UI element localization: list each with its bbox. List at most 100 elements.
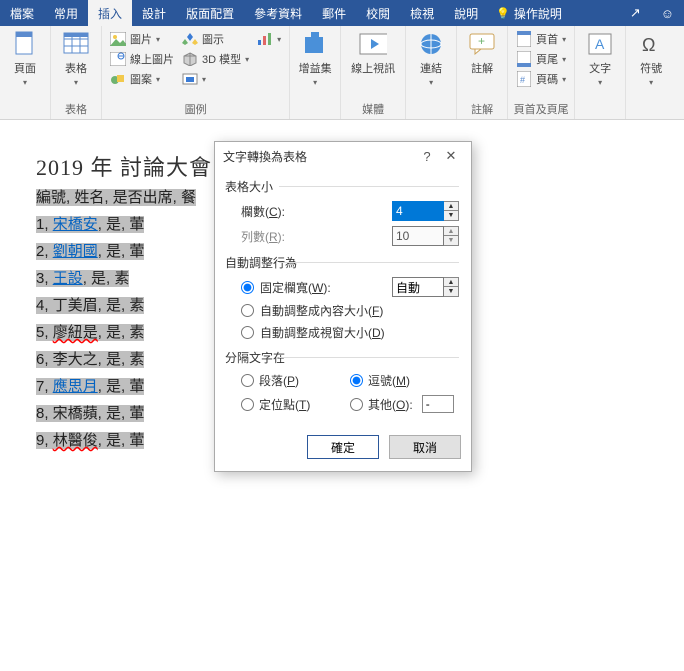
online-picture-icon: [110, 51, 126, 67]
table-button[interactable]: 表格: [55, 28, 97, 89]
page-icon: [11, 30, 39, 58]
tab-design[interactable]: 設計: [132, 0, 176, 26]
spin-up-icon[interactable]: ▲: [444, 202, 458, 211]
spin-down-icon[interactable]: ▼: [444, 287, 458, 296]
rows-input: [392, 226, 444, 246]
tell-me-box[interactable]: 操作說明: [488, 0, 570, 26]
sep-comma-radio[interactable]: [350, 374, 363, 387]
pages-label: 頁面: [14, 60, 36, 76]
chevron-down-icon: [429, 78, 433, 87]
3dmodel-button[interactable]: 3D 模型: [180, 50, 251, 68]
sep-other-radio[interactable]: [350, 398, 363, 411]
autofit-content-radio[interactable]: [241, 304, 254, 317]
tab-review[interactable]: 校閱: [356, 0, 400, 26]
fixed-width-radio[interactable]: [241, 281, 254, 294]
group-addins: 增益集: [290, 26, 341, 119]
autofit-window-radio[interactable]: [241, 326, 254, 339]
picture-button[interactable]: 圖片: [108, 30, 176, 48]
sep-paragraph-radio[interactable]: [241, 374, 254, 387]
tab-home[interactable]: 常用: [44, 0, 88, 26]
footer-button[interactable]: 頁尾: [514, 50, 568, 68]
feedback-button[interactable]: [651, 0, 684, 26]
smartart-icon: [182, 31, 198, 47]
header-button[interactable]: 頁首: [514, 30, 568, 48]
bulb-icon: [496, 6, 510, 20]
tab-layout[interactable]: 版面配置: [176, 0, 244, 26]
svg-text:Ω: Ω: [642, 35, 655, 55]
pagenum-label: 頁碼: [536, 71, 558, 87]
online-picture-button[interactable]: 線上圖片: [108, 50, 176, 68]
text-label: 文字: [589, 60, 611, 76]
help-icon[interactable]: ?: [415, 149, 439, 164]
pages-button[interactable]: 頁面: [4, 28, 46, 89]
sep-other-label: 其他(O):: [368, 396, 413, 413]
dialog-titlebar[interactable]: 文字轉換為表格 ? ✕: [215, 142, 471, 170]
smartart-button[interactable]: 圖示: [180, 30, 251, 48]
link-button[interactable]: 連結: [410, 28, 452, 89]
addins-button[interactable]: 增益集: [294, 28, 336, 89]
convert-text-to-table-dialog: 文字轉換為表格 ? ✕ 表格大小 欄數(C): ▲▼ 列數(R): ▲▼ 自動調…: [214, 141, 472, 472]
rows-label: 列數(R):: [241, 228, 321, 245]
group-media: 線上視訊 媒體: [341, 26, 406, 119]
spin-up-icon: ▲: [444, 227, 458, 236]
group-comments-label: 註解: [461, 99, 503, 119]
close-icon[interactable]: ✕: [439, 148, 463, 164]
smartart-label: 圖示: [202, 31, 224, 47]
cube-icon: [182, 51, 198, 67]
autofit-content-label: 自動調整成內容大小(F): [260, 302, 383, 319]
share-button[interactable]: [620, 0, 651, 26]
footer-label: 頁尾: [536, 51, 558, 67]
tab-help[interactable]: 說明: [444, 0, 488, 26]
tab-mail[interactable]: 郵件: [312, 0, 356, 26]
online-video-button[interactable]: 線上視訊: [345, 28, 401, 78]
text-button[interactable]: A 文字: [579, 28, 621, 89]
tab-references[interactable]: 參考資料: [244, 0, 312, 26]
table-label: 表格: [65, 60, 87, 76]
tab-file[interactable]: 檔案: [0, 0, 44, 26]
section-autofit: 自動調整行為: [225, 254, 459, 271]
sep-comma[interactable]: 逗號(M): [350, 372, 459, 389]
chevron-down-icon: [23, 78, 27, 87]
chevron-down-icon: [649, 78, 653, 87]
chart-button[interactable]: [255, 30, 283, 48]
dialog-title: 文字轉換為表格: [223, 148, 415, 165]
shapes-button[interactable]: 圖案: [108, 70, 176, 88]
share-icon: [630, 5, 641, 21]
ribbon: 頁面 表格 表格 圖片 線上圖片 圖案 圖示 3D 模型: [0, 26, 684, 120]
online-video-label: 線上視訊: [351, 60, 395, 76]
omega-icon: Ω: [637, 30, 665, 58]
columns-input[interactable]: [392, 201, 444, 221]
symbol-button[interactable]: Ω 符號: [630, 28, 672, 89]
footer-icon: [516, 51, 532, 67]
svg-text:#: #: [520, 75, 525, 85]
spin-down-icon[interactable]: ▼: [444, 211, 458, 220]
fixed-width-label: 固定欄寬(W):: [260, 279, 331, 296]
comment-icon: +: [468, 30, 496, 58]
addins-label: 增益集: [299, 60, 332, 76]
sep-tab[interactable]: 定位點(T): [241, 395, 350, 413]
sep-other[interactable]: 其他(O):: [350, 395, 459, 413]
spin-up-icon[interactable]: ▲: [444, 278, 458, 287]
online-picture-label: 線上圖片: [130, 51, 174, 67]
pagenum-button[interactable]: # 頁碼: [514, 70, 568, 88]
ok-button[interactable]: 確定: [307, 435, 379, 459]
group-headerfooter: 頁首 頁尾 #頁碼 頁首及頁尾: [508, 26, 575, 119]
chart-icon: [257, 31, 273, 47]
columns-spinner[interactable]: ▲▼: [392, 201, 459, 221]
group-illustrations-label: 圖例: [106, 99, 285, 119]
picture-icon: [110, 31, 126, 47]
section-separator: 分隔文字在: [225, 349, 459, 366]
tab-view[interactable]: 檢視: [400, 0, 444, 26]
cancel-button[interactable]: 取消: [389, 435, 461, 459]
comment-button[interactable]: + 註解: [461, 28, 503, 78]
3dmodel-label: 3D 模型: [202, 51, 241, 67]
sep-other-input[interactable]: [422, 395, 454, 413]
tab-insert[interactable]: 插入: [88, 0, 132, 26]
chevron-down-icon: [313, 78, 317, 87]
fixed-width-spinner[interactable]: ▲▼: [392, 277, 459, 297]
pagenum-icon: #: [516, 71, 532, 87]
sep-paragraph[interactable]: 段落(P): [241, 372, 350, 389]
screenshot-button[interactable]: [180, 70, 251, 88]
sep-tab-radio[interactable]: [241, 398, 254, 411]
fixed-width-input[interactable]: [392, 277, 444, 297]
